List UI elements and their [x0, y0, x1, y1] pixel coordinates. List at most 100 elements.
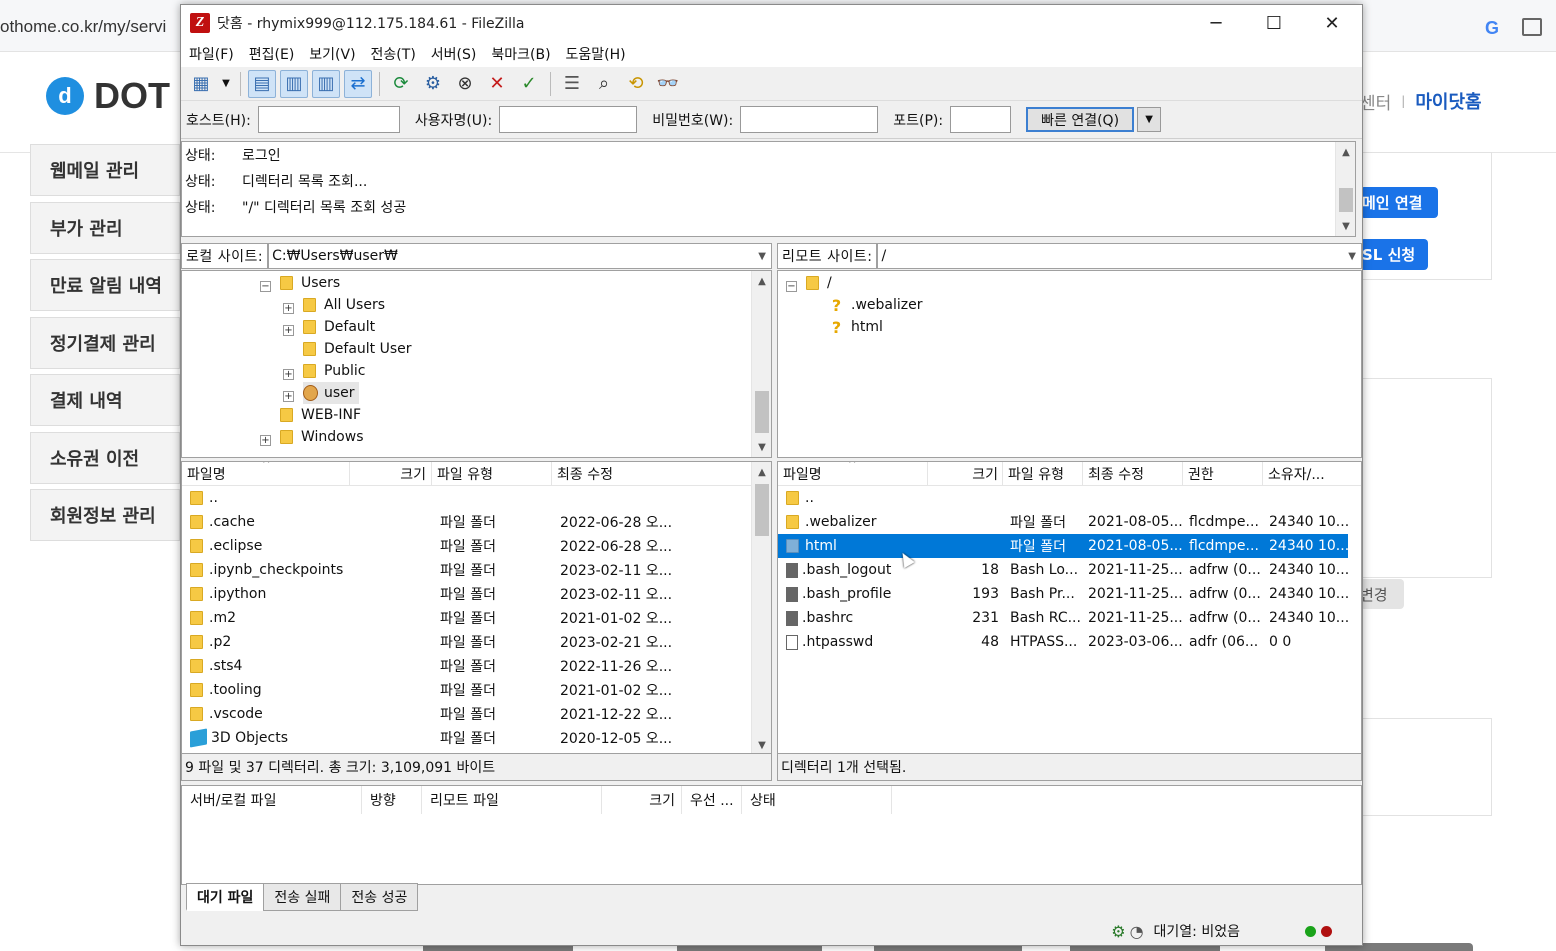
sidebar-item[interactable]: 웹메일 관리 [30, 144, 180, 196]
sync-browse-icon[interactable]: ⟲ [622, 70, 650, 98]
column-header[interactable]: 최종 수정 [552, 462, 752, 486]
share-icon[interactable] [1522, 18, 1542, 36]
tree-node[interactable]: Default [303, 316, 375, 338]
find-files-icon[interactable]: 👓 [654, 70, 682, 98]
table-row[interactable]: .bash_profile 193 Bash Pr... 2021-11-25... a… [778, 582, 1348, 606]
table-row[interactable]: .p2 파일 폴더 2023-02-21 오... [182, 630, 752, 654]
nav-center-link[interactable]: 센터 [1360, 89, 1391, 114]
scroll-down-icon[interactable]: ▼ [1336, 218, 1356, 234]
menu-server[interactable]: 서버(S) [431, 44, 477, 64]
close-button[interactable]: ✕ [1303, 5, 1361, 41]
chevron-down-icon[interactable]: ▼ [1348, 251, 1356, 262]
toggle-log-icon[interactable]: ▤ [248, 69, 276, 98]
scroll-down-icon[interactable]: ▼ [752, 439, 771, 455]
column-header[interactable]: 크기 [928, 462, 1003, 486]
username-input[interactable] [499, 106, 638, 133]
site-manager-icon[interactable]: ▦ [187, 70, 215, 98]
sidebar-item[interactable]: 회원정보 관리 [30, 489, 180, 541]
table-row[interactable]: .m2 파일 폴더 2021-01-02 오... [182, 606, 752, 630]
change-button[interactable]: 변경 [1360, 579, 1404, 609]
expand-icon[interactable]: + [283, 303, 294, 314]
table-row-selected[interactable]: html 파일 폴더 2021-08-05... flcdmpe... 24340 10… [778, 534, 1348, 558]
column-header[interactable]: 크기 [350, 462, 432, 486]
sidebar-item[interactable]: 부가 관리 [30, 201, 180, 254]
tab-successful-transfers[interactable]: 전송 성공 [340, 883, 419, 911]
column-header[interactable]: 상태 [742, 786, 892, 814]
expand-icon[interactable]: + [283, 391, 294, 402]
table-row[interactable]: .sts4 파일 폴더 2022-11-26 오... [182, 654, 752, 678]
sidebar-item[interactable]: 만료 알림 내역 [30, 259, 180, 311]
menu-edit[interactable]: 편집(E) [249, 44, 295, 64]
column-header[interactable]: 크기 [602, 786, 682, 814]
menu-transfer[interactable]: 전송(T) [371, 44, 416, 64]
column-header[interactable]: 파일명 ^ [182, 462, 350, 486]
title-bar[interactable]: Z 닷홈 - rhymix999@112.175.184.61 - FileZi… [181, 5, 1362, 41]
tab-queued-files[interactable]: 대기 파일 [186, 883, 265, 911]
table-row[interactable]: 3D Objects 파일 폴더 2020-12-05 오... [182, 726, 752, 750]
log-scrollbar[interactable]: ▲ ▼ [1335, 142, 1355, 236]
cancel-icon[interactable]: ⊗ [451, 70, 479, 98]
expand-icon[interactable]: + [283, 369, 294, 380]
scroll-down-icon[interactable]: ▼ [752, 737, 771, 753]
column-header[interactable]: 소유자/... [1263, 462, 1361, 486]
tree-node[interactable]: All Users [303, 294, 385, 316]
tree-node[interactable]: WEB-INF [280, 404, 361, 426]
local-path-input[interactable]: C:₩Users₩user₩ ▼ [268, 243, 772, 269]
column-header[interactable]: 리모트 파일 [422, 786, 602, 814]
reconnect-icon[interactable]: ✓ [515, 70, 543, 98]
gear-icon[interactable]: ⚙ [1111, 922, 1125, 941]
table-row[interactable]: .bash_logout 18 Bash Lo... 2021-11-25... adf… [778, 558, 1348, 582]
table-row[interactable]: .eclipse 파일 폴더 2022-06-28 오... [182, 534, 752, 558]
sidebar-item[interactable]: 소유권 이전 [30, 431, 180, 484]
collapse-icon[interactable]: − [786, 281, 797, 292]
toggle-local-tree-icon[interactable]: ▥ [280, 69, 308, 98]
table-row[interactable]: .tooling 파일 폴더 2021-01-02 오... [182, 678, 752, 702]
disconnect-icon[interactable]: ✕ [483, 70, 511, 98]
scroll-up-icon[interactable]: ▲ [1336, 144, 1356, 160]
toggle-queue-icon[interactable]: ⇄ [344, 69, 372, 98]
expand-icon[interactable]: + [260, 435, 271, 446]
sidebar-item[interactable]: 정기결제 관리 [30, 316, 180, 369]
scroll-up-icon[interactable]: ▲ [752, 273, 771, 289]
table-row[interactable]: .vscode 파일 폴더 2021-12-22 오... [182, 702, 752, 726]
table-row[interactable]: .htpasswd 48 HTPASS... 2023-03-06... adfr (0… [778, 630, 1348, 654]
process-queue-icon[interactable]: ⚙ [419, 70, 447, 98]
tree-node[interactable]: Users [280, 272, 340, 294]
tree-node[interactable]: ? .webalizer [830, 294, 923, 316]
chevron-down-icon[interactable]: ▼ [758, 251, 766, 262]
port-input[interactable] [950, 106, 1012, 133]
maximize-button[interactable]: ☐ [1245, 5, 1303, 41]
table-row[interactable]: .bashrc 231 Bash RC... 2021-11-25... adfrw (… [778, 606, 1348, 630]
quickconnect-button[interactable]: 빠른 연결(Q) [1026, 107, 1135, 132]
expand-icon[interactable]: + [283, 325, 294, 336]
scroll-thumb[interactable] [755, 484, 769, 536]
table-row[interactable]: .. [778, 486, 1348, 510]
domain-connect-button[interactable]: 메인 연결 [1360, 187, 1438, 218]
speed-limit-icon[interactable]: ◔ [1130, 922, 1144, 941]
local-tree-scrollbar[interactable]: ▲ ▼ [751, 271, 771, 457]
tree-node[interactable]: / [806, 272, 832, 294]
site-manager-dropdown-icon[interactable]: ▼ [219, 70, 233, 98]
tree-node-selected[interactable]: user [303, 382, 359, 404]
tree-node[interactable]: Windows [280, 426, 364, 448]
tree-node[interactable]: ? html [830, 316, 883, 338]
site-logo[interactable]: d DOT [46, 75, 170, 116]
password-input[interactable] [740, 106, 879, 133]
column-header[interactable]: 서버/로컬 파일 [182, 786, 362, 814]
tree-node[interactable]: Public [303, 360, 365, 382]
tree-node[interactable]: Default User [303, 338, 412, 360]
column-header[interactable]: 방향 [362, 786, 422, 814]
local-list-scrollbar[interactable]: ▲ ▼ [751, 462, 771, 755]
menu-help[interactable]: 도움말(H) [566, 44, 626, 64]
column-header[interactable]: 파일 유형 [1003, 462, 1083, 486]
url-text[interactable]: othome.co.kr/my/servi [0, 17, 166, 37]
collapse-icon[interactable]: − [260, 281, 271, 292]
quickconnect-dropdown-icon[interactable]: ▼ [1137, 107, 1162, 132]
ssl-apply-button[interactable]: SL 신청 [1360, 239, 1428, 270]
menu-file[interactable]: 파일(F) [189, 44, 234, 64]
table-row[interactable]: .ipynb_checkpoints 파일 폴더 2023-02-11 오... [182, 558, 752, 582]
scroll-thumb[interactable] [755, 391, 769, 433]
search-icon[interactable]: ⌕ [590, 70, 618, 98]
remote-path-input[interactable]: / ▼ [877, 243, 1362, 269]
minimize-button[interactable]: ─ [1187, 5, 1245, 41]
